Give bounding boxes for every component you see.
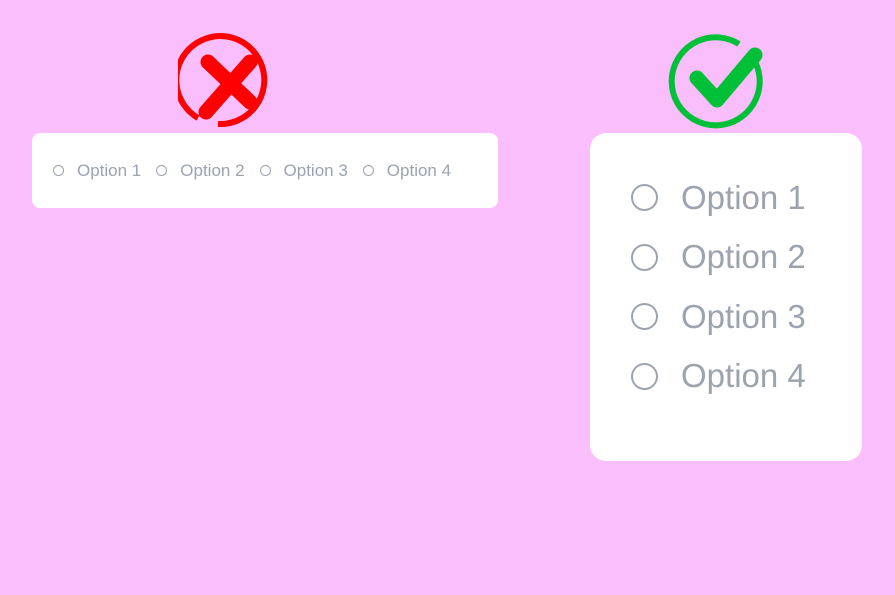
- radio-option-4[interactable]: Option 4: [362, 160, 452, 181]
- option-label: Option 3: [283, 160, 348, 180]
- option-label: Option 1: [681, 178, 806, 216]
- option-label: Option 2: [180, 160, 245, 180]
- radio-option-2[interactable]: Option 2: [631, 228, 862, 288]
- horizontal-radio-group: Option 1 Option 2 Option 3 Option 4: [32, 133, 498, 208]
- radio-button[interactable]: [631, 362, 658, 390]
- radio-button[interactable]: [631, 303, 658, 331]
- option-label: Option 3: [681, 297, 806, 335]
- vertical-radio-group: Option 1 Option 2 Option 3 Option 4: [590, 133, 862, 461]
- radio-button[interactable]: [631, 184, 658, 212]
- radio-button[interactable]: [362, 165, 374, 176]
- radio-button[interactable]: [156, 165, 168, 176]
- check-circle-icon: [668, 34, 763, 129]
- radio-option-3[interactable]: Option 3: [259, 160, 348, 181]
- radio-button[interactable]: [631, 243, 658, 271]
- x-circle-icon: [178, 33, 268, 128]
- radio-option-4[interactable]: Option 4: [631, 347, 862, 407]
- radio-button[interactable]: [53, 165, 64, 176]
- radio-button[interactable]: [259, 165, 271, 176]
- option-label: Option 1: [77, 160, 142, 180]
- option-label: Option 2: [681, 238, 806, 276]
- radio-option-2[interactable]: Option 2: [156, 160, 245, 181]
- option-label: Option 4: [681, 357, 806, 395]
- radio-option-1[interactable]: Option 1: [631, 168, 862, 228]
- option-label: Option 4: [386, 160, 452, 180]
- radio-option-1[interactable]: Option 1: [53, 161, 141, 181]
- radio-option-3[interactable]: Option 3: [631, 287, 862, 347]
